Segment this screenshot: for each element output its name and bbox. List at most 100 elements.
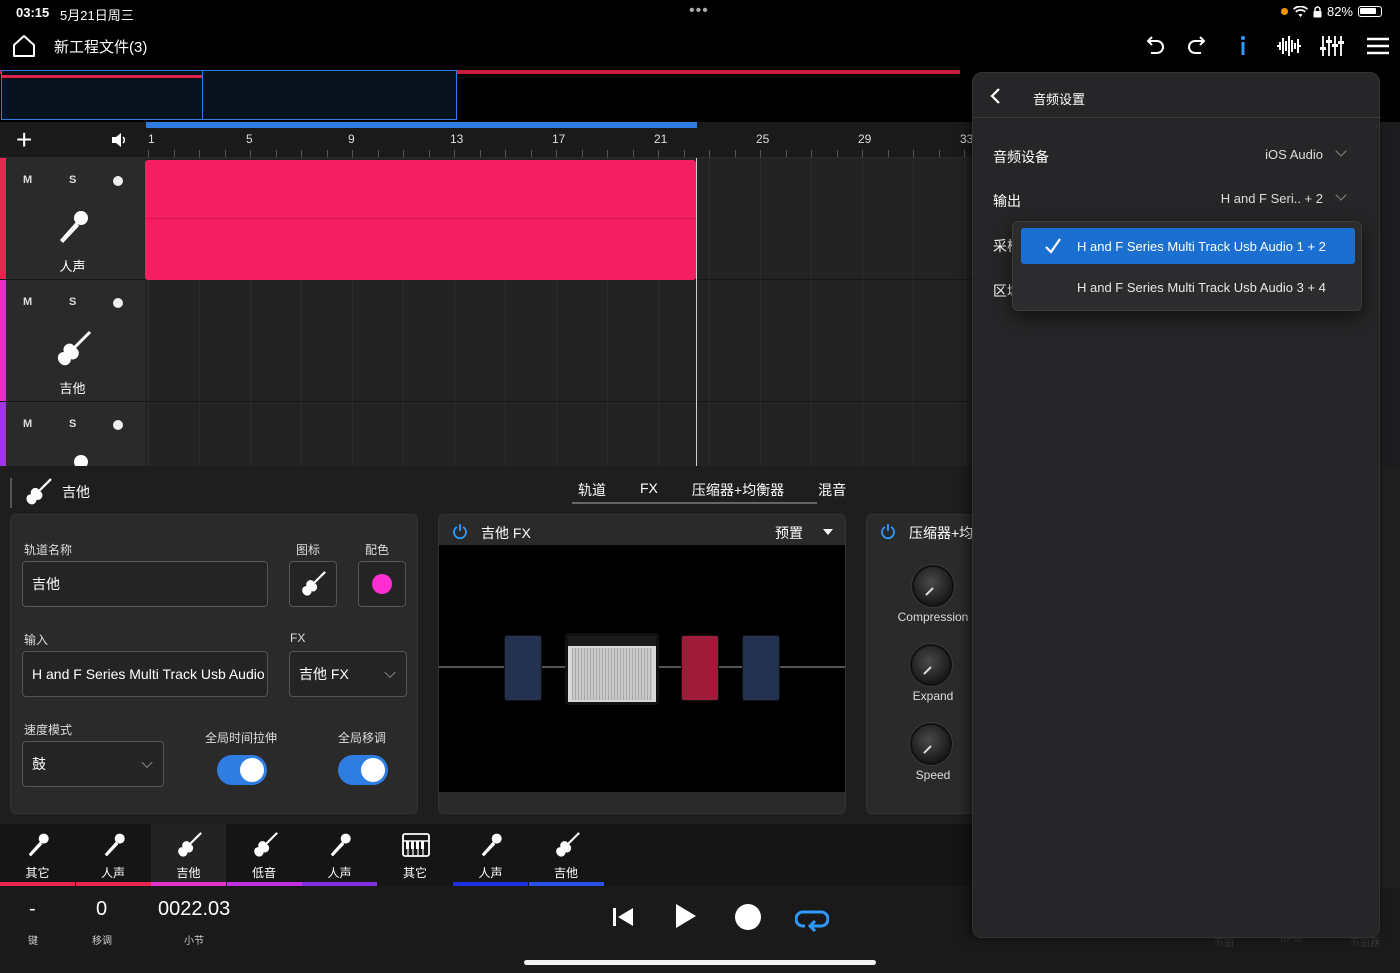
compression-knob[interactable]	[912, 565, 954, 607]
divider	[973, 117, 1381, 118]
strip-track-button[interactable]: 吉他	[151, 824, 226, 886]
track-lane[interactable]	[145, 402, 972, 466]
power-icon[interactable]	[452, 523, 468, 540]
ruler-tick	[862, 150, 863, 157]
redo-icon[interactable]	[1184, 32, 1212, 60]
drive-pedal[interactable]	[681, 635, 719, 701]
icon-picker[interactable]	[289, 561, 337, 607]
microphone-icon	[476, 830, 506, 860]
project-title[interactable]: 新工程文件(3)	[54, 36, 147, 57]
speed-knob[interactable]	[910, 723, 952, 765]
ruler-tick	[658, 150, 659, 157]
background-panel-edge	[1380, 470, 1400, 888]
fx-chain[interactable]	[439, 545, 845, 792]
record-icon[interactable]	[735, 904, 761, 930]
time-stretch-label: 全局时间拉伸	[205, 731, 278, 745]
microphone-icon	[23, 830, 53, 860]
guitar-icon	[174, 830, 204, 860]
back-chevron-icon[interactable]	[989, 87, 1003, 105]
speed-mode-label: 速度模式	[24, 723, 73, 737]
multitasking-dots-icon[interactable]: •••	[689, 2, 709, 20]
home-icon[interactable]	[10, 32, 38, 60]
audio-device-value[interactable]: iOS Audio	[1265, 147, 1323, 162]
timeline-ruler[interactable]: + 1 5 9 13 17 21 25 29 33	[0, 122, 973, 158]
track-header[interactable]: M S 吉他	[0, 280, 145, 402]
ruler-tick	[709, 150, 710, 157]
record-arm-button[interactable]	[113, 298, 123, 308]
output-option[interactable]: H and F Series Multi Track Usb Audio 1 +…	[1021, 228, 1355, 264]
mixer-icon[interactable]	[1318, 32, 1346, 60]
reverb-pedal[interactable]	[742, 635, 780, 701]
overview-viewport[interactable]	[1, 70, 457, 120]
output-option[interactable]: H and F Series Multi Track Usb Audio 3 +…	[1021, 269, 1355, 305]
strip-track-button[interactable]: 人声	[75, 824, 151, 886]
preset-dropdown-icon[interactable]	[823, 529, 833, 535]
guitar-amp[interactable]	[565, 633, 659, 705]
strip-track-button[interactable]: 其它	[378, 824, 453, 886]
output-option-label: H and F Series Multi Track Usb Audio 1 +…	[1077, 238, 1326, 254]
mute-button[interactable]: M	[23, 296, 32, 308]
ruler-tick	[173, 150, 175, 157]
input-select[interactable]: H and F Series Multi Track Usb Audio 2	[22, 651, 268, 697]
ruler-tick	[632, 150, 634, 157]
speed-mode-select[interactable]: 鼓	[22, 741, 164, 787]
loop-region[interactable]	[146, 122, 697, 128]
output-value[interactable]: H and F Seri.. + 2	[1221, 191, 1323, 206]
undo-icon[interactable]	[1140, 32, 1168, 60]
strip-track-button[interactable]: 低音	[226, 824, 302, 886]
strip-track-button[interactable]: 吉他	[528, 824, 604, 886]
guitar-icon	[302, 571, 326, 596]
mute-button[interactable]: M	[23, 418, 32, 430]
record-arm-button[interactable]	[113, 420, 123, 430]
chevron-down-icon[interactable]	[1335, 145, 1347, 157]
chevron-down-icon[interactable]	[1335, 189, 1347, 201]
strip-track-button[interactable]: 人声	[453, 824, 528, 886]
output-dropdown: H and F Series Multi Track Usb Audio 1 +…	[1012, 221, 1362, 311]
transpose-toggle[interactable]	[338, 755, 388, 785]
app-toolbar: 新工程文件(3)	[0, 24, 1400, 70]
strip-track-name: 人声	[100, 866, 125, 880]
mute-button[interactable]: M	[23, 174, 32, 186]
loop-icon[interactable]	[794, 904, 830, 933]
transpose-value[interactable]: 0	[96, 898, 107, 921]
track-lane[interactable]	[145, 280, 972, 402]
fx-header: 吉他 FX 预置	[439, 515, 845, 545]
strip-track-name: 人声	[327, 866, 352, 880]
solo-button[interactable]: S	[69, 296, 76, 308]
record-arm-button[interactable]	[113, 176, 123, 186]
add-track-button[interactable]: +	[16, 126, 32, 154]
audio-clip[interactable]	[145, 160, 696, 280]
strip-track-button[interactable]: 人声	[302, 824, 377, 886]
solo-button[interactable]: S	[69, 174, 76, 186]
icon-label: 图标	[296, 543, 321, 557]
preset-button[interactable]: 预置	[775, 523, 803, 543]
speed-mode-value: 鼓	[32, 756, 46, 772]
play-icon[interactable]	[674, 902, 698, 930]
delay-pedal[interactable]	[504, 635, 542, 701]
speaker-icon[interactable]	[110, 131, 128, 149]
power-icon[interactable]	[880, 523, 896, 540]
home-indicator[interactable]	[524, 960, 876, 965]
key-value[interactable]: -	[29, 898, 36, 921]
track-header[interactable]: M S 人声	[0, 158, 145, 280]
track-name-input[interactable]: 吉他	[22, 561, 268, 607]
waveform-icon[interactable]	[1275, 32, 1303, 60]
track-name: 吉他	[59, 381, 86, 396]
settings-title: 音频设置	[1033, 92, 1086, 107]
strip-track-button[interactable]: 其它	[0, 824, 75, 886]
info-icon[interactable]	[1229, 32, 1257, 60]
track-area[interactable]: M S 人声 M S 吉他 M S	[0, 158, 972, 466]
time-stretch-toggle[interactable]	[217, 755, 267, 785]
tab-mix[interactable]: 混音	[812, 480, 852, 506]
track-header[interactable]: M S	[0, 402, 145, 466]
expand-knob[interactable]	[910, 644, 952, 686]
ruler-tick	[301, 150, 302, 157]
solo-button[interactable]: S	[69, 418, 76, 430]
fx-select[interactable]: 吉他 FX	[289, 651, 407, 697]
rewind-icon[interactable]	[612, 906, 634, 928]
position-value[interactable]: 0022.03	[158, 898, 230, 921]
buffer-label: 区域	[993, 283, 1013, 299]
menu-icon[interactable]	[1364, 32, 1392, 60]
playhead[interactable]	[696, 158, 697, 466]
color-picker[interactable]	[358, 561, 406, 607]
